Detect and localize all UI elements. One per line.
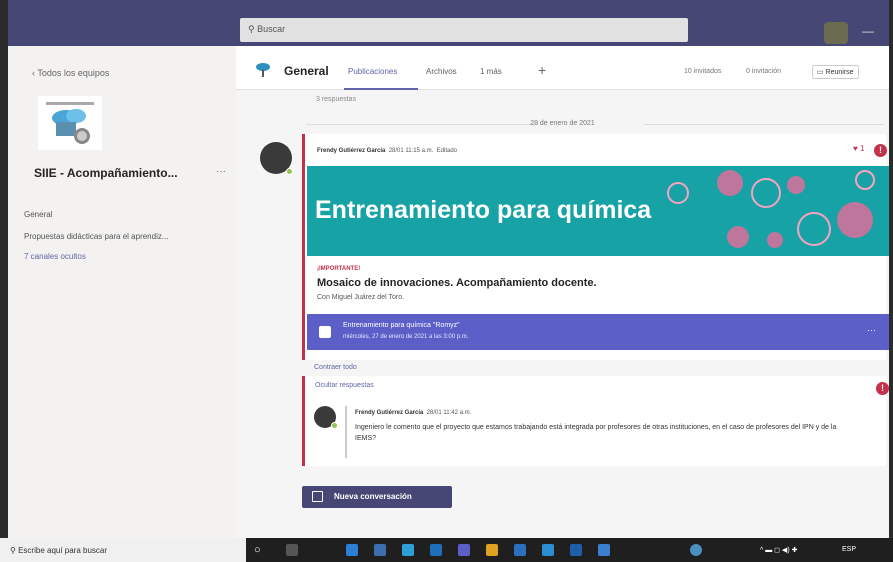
camera-icon: ▭ — [817, 69, 826, 76]
new-conversation-button[interactable]: Nueva conversación — [302, 486, 452, 508]
alert-icon: ! — [876, 382, 889, 395]
compose-icon — [312, 491, 323, 502]
decor-cell — [717, 170, 743, 196]
cloud-icon — [256, 63, 270, 77]
previous-replies[interactable]: 3 respuestas — [316, 96, 356, 103]
team-image — [38, 96, 102, 150]
decor-cell — [667, 182, 689, 204]
app-icon[interactable] — [430, 544, 442, 556]
app-icon[interactable] — [346, 544, 358, 556]
task-view-icon[interactable] — [286, 544, 298, 556]
meeting-title: Entrenamiento para química "Romyz" — [343, 322, 460, 329]
channel-propuestas[interactable]: Propuestas didácticas para el aprendiz..… — [24, 232, 169, 241]
taskbar-search[interactable]: ⚲ Escribe aquí para buscar — [0, 538, 246, 562]
presence-icon — [331, 422, 338, 429]
heart-icon: ♥ — [853, 144, 858, 153]
calendar-icon — [319, 326, 331, 338]
post-edited: Editado — [436, 148, 457, 154]
active-tab-indicator — [344, 88, 418, 90]
app-icon[interactable] — [402, 544, 414, 556]
decor-cell — [727, 226, 749, 248]
tray-icon[interactable] — [690, 544, 702, 556]
hidden-channels-link[interactable]: 7 canales ocultos — [24, 252, 86, 261]
app-icon[interactable] — [598, 544, 610, 556]
tab-publicaciones[interactable]: Publicaciones — [348, 67, 397, 76]
meet-button[interactable]: ▭ Reunirse — [812, 65, 859, 79]
search-icon: ⚲ — [248, 24, 255, 34]
search-icon: ⚲ — [10, 546, 19, 555]
back-to-teams[interactable]: ‹ Todos los equipos — [32, 68, 109, 78]
window-frame-right — [889, 0, 893, 538]
post-card: Frendy Gutiérrez García 28/01 11:15 a.m.… — [302, 134, 889, 360]
presence-icon — [286, 168, 293, 175]
banner-title: Entrenamiento para química — [315, 196, 652, 224]
app-icon[interactable] — [374, 544, 386, 556]
more-options-icon[interactable]: — — [862, 24, 874, 38]
reply-time: 28/01 11:42 a.m. — [426, 410, 472, 416]
date-separator: 28 de enero de 2021 — [530, 120, 595, 127]
post-time: 28/01 11:15 a.m. — [388, 148, 434, 154]
user-avatar[interactable] — [824, 22, 848, 44]
app-icon[interactable] — [570, 544, 582, 556]
decor-cell — [855, 170, 875, 190]
alert-icon: ! — [874, 144, 887, 157]
app-icon[interactable] — [542, 544, 554, 556]
main-panel: General Publicaciones Archivos 1 más + 1… — [236, 46, 889, 538]
decor-cell — [787, 176, 805, 194]
top-bar: ⚲ Buscar — — [8, 0, 889, 46]
search-placeholder: Buscar — [257, 24, 286, 34]
chrome-icon[interactable] — [486, 544, 498, 556]
search-input[interactable]: ⚲ Buscar — [240, 18, 688, 42]
reply-card: Ocultar respuestas Frendy Gutiérrez Garc… — [302, 376, 886, 466]
teams-icon[interactable] — [458, 544, 470, 556]
app-icon[interactable] — [514, 544, 526, 556]
invitations-count[interactable]: 0 invitación — [746, 68, 781, 75]
tray-icons: ^ ▬ ◻ ◀) ✚ — [760, 547, 798, 554]
window-frame-left — [0, 0, 8, 538]
tab-more[interactable]: 1 más — [480, 67, 502, 76]
decor-cell — [837, 202, 873, 238]
team-more-button[interactable]: ··· — [216, 166, 226, 177]
post-banner: Entrenamiento para química — [307, 166, 889, 256]
reply-thread-line — [345, 406, 347, 458]
post-title: Mosaico de innovaciones. Acompañamiento … — [317, 277, 597, 289]
hide-replies-link[interactable]: Ocultar respuestas — [315, 382, 374, 389]
meeting-more-button[interactable]: ··· — [867, 325, 876, 335]
collapse-all-link[interactable]: Contraer todo — [314, 364, 357, 371]
start-icon[interactable]: ○ — [254, 544, 261, 556]
channel-general[interactable]: General — [24, 210, 52, 219]
decor-cell — [767, 232, 783, 248]
meeting-date: miércoles, 27 de enero de 2021 a las 3:0… — [343, 334, 469, 340]
decor-cell — [751, 178, 781, 208]
team-name: SIIE - Acompañamiento... — [34, 166, 178, 180]
decor-cell — [797, 212, 831, 246]
taskbar: ⚲ Escribe aquí para buscar ○ ^ ▬ ◻ ◀) ✚ … — [0, 538, 893, 562]
language-indicator[interactable]: ESP — [842, 546, 856, 553]
meeting-card[interactable]: Entrenamiento para química "Romyz" miérc… — [307, 314, 889, 350]
channel-header: General Publicaciones Archivos 1 más + 1… — [236, 46, 889, 90]
reply-meta: Frendy Gutiérrez García 28/01 11:42 a.m. — [355, 410, 471, 416]
important-label: ¡IMPORTANTE! — [317, 266, 361, 272]
guests-count[interactable]: 10 invitados — [684, 68, 721, 75]
tab-archivos[interactable]: Archivos — [426, 67, 457, 76]
post-meta: Frendy Gutiérrez García 28/01 11:15 a.m.… — [317, 148, 457, 154]
reply-body: Ingeniero le comento que el proyecto que… — [355, 424, 837, 442]
post-subtitle: Con Miguel Juárez del Toro. — [317, 294, 405, 301]
reply-author[interactable]: Frendy Gutiérrez García — [355, 410, 423, 416]
post-author[interactable]: Frendy Gutiérrez García — [317, 148, 385, 154]
channel-title: General — [284, 64, 329, 78]
add-tab-button[interactable]: + — [538, 62, 546, 78]
sidebar: ‹ Todos los equipos SIIE - Acompañamient… — [8, 46, 236, 538]
reaction-count: 1 — [859, 144, 865, 153]
reaction-heart[interactable]: ♥ 1 — [853, 144, 864, 153]
